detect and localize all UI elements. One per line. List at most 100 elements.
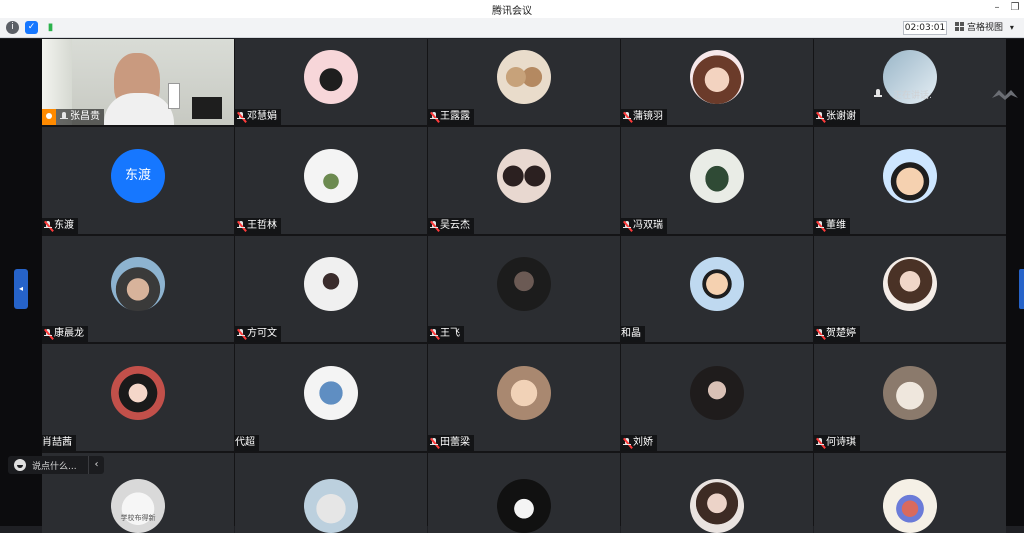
mic-muted-icon	[236, 220, 247, 232]
participant-avatar	[883, 257, 937, 311]
participant-avatar	[497, 50, 551, 104]
participant-tile[interactable]: 东渡 东渡	[42, 127, 234, 234]
participant-tile[interactable]: 何诗琪	[814, 344, 1006, 451]
participant-tile[interactable]: 康晨龙	[42, 236, 234, 342]
participant-tile[interactable]: 蒲镜羽	[621, 39, 813, 125]
chat-collapse-icon[interactable]: ‹	[88, 456, 104, 474]
participant-name-bar: 贺楚婷	[814, 326, 860, 342]
avatar-caption: 学校布得新	[120, 514, 156, 522]
view-mode-button[interactable]: 宫格视图 ▾	[955, 21, 1021, 35]
chevron-down-icon: ▾	[1009, 23, 1014, 32]
left-collapse-button[interactable]: ◂	[14, 269, 28, 309]
participant-avatar	[497, 365, 551, 420]
mic-muted-icon	[43, 220, 54, 232]
participant-avatar	[497, 148, 551, 203]
participant-tile[interactable]: 王露露	[428, 39, 620, 125]
participant-avatar	[304, 148, 358, 203]
participant-name: 和晶	[621, 328, 641, 339]
participant-avatar	[690, 257, 744, 311]
participant-tile[interactable]: 张谢谢	[814, 39, 1006, 125]
participant-name-bar: 方可文	[235, 326, 281, 342]
participant-tile[interactable]	[621, 453, 813, 533]
participant-avatar: 东渡	[111, 148, 165, 203]
participant-tile[interactable]: 董维	[814, 127, 1006, 234]
chat-placeholder[interactable]: 说点什么...	[32, 459, 88, 472]
participant-name: 方可文	[247, 328, 277, 339]
restore-button[interactable]: ❐	[1008, 2, 1022, 13]
view-mode-label: 宫格视图	[967, 23, 1004, 33]
mic-muted-icon	[622, 220, 633, 232]
mic-muted-icon	[236, 328, 247, 340]
chat-input-box[interactable]: 说点什么... ‹	[8, 456, 104, 474]
participant-avatar	[304, 479, 358, 533]
participant-tile[interactable]: 肖喆茜	[42, 344, 234, 451]
speaking-indicator: 正在讲话:	[893, 91, 933, 101]
meeting-toolbar: i ✓ ▮ 02:03:01 宫格视图 ▾	[0, 18, 1024, 38]
participant-name-bar: 田蕾梁	[428, 435, 474, 451]
participant-tile[interactable]: 吴云杰	[428, 127, 620, 234]
participant-avatar	[497, 479, 551, 533]
participant-name: 刘娇	[633, 437, 653, 448]
participant-tile[interactable]	[428, 453, 620, 533]
participant-name: 康晨龙	[54, 328, 84, 339]
participant-name: 蒲镜羽	[633, 111, 663, 122]
participant-name: 代超	[235, 437, 255, 448]
participant-name-bar: 张昌贵	[42, 109, 104, 125]
signal-icon[interactable]: ▮	[44, 21, 57, 34]
participant-tile[interactable]: 冯双瑞	[621, 127, 813, 234]
mic-muted-icon	[815, 111, 826, 123]
participant-name: 何诗琪	[826, 437, 856, 448]
participant-avatar	[883, 148, 937, 203]
participant-avatar	[883, 479, 937, 533]
participant-name-bar: 邓慧娟	[235, 109, 281, 125]
mic-muted-icon	[622, 111, 633, 123]
participant-name-bar: 代超	[235, 435, 259, 451]
participant-tile[interactable]: 王哲林	[235, 127, 427, 234]
tencent-meeting-logo-icon	[992, 90, 1018, 100]
participant-tile[interactable]: 和晶	[621, 236, 813, 342]
participant-tile[interactable]: 张昌贵	[42, 39, 234, 125]
right-collapse-button[interactable]	[1019, 269, 1024, 309]
participant-tile[interactable]: 田蕾梁	[428, 344, 620, 451]
participant-name-bar: 康晨龙	[42, 326, 88, 342]
participant-tile[interactable]: 王飞	[428, 236, 620, 342]
mic-muted-icon	[429, 328, 440, 340]
participant-name: 冯双瑞	[633, 220, 663, 231]
participant-tile[interactable]	[814, 453, 1006, 533]
participant-avatar	[304, 257, 358, 311]
participant-name: 董维	[826, 220, 846, 231]
grid-view-icon	[955, 22, 964, 31]
participant-name-bar: 冯双瑞	[621, 218, 667, 234]
participant-tile[interactable]: 贺楚婷	[814, 236, 1006, 342]
emoji-icon[interactable]	[14, 459, 26, 471]
participant-avatar	[690, 50, 744, 104]
participant-avatar	[111, 365, 165, 420]
participant-name-bar: 王露露	[428, 109, 474, 125]
participant-tile[interactable]: 邓慧娟	[235, 39, 427, 125]
host-badge-icon	[42, 109, 56, 125]
participant-name: 吴云杰	[440, 220, 470, 231]
shield-icon[interactable]: ✓	[25, 21, 38, 34]
participant-tile[interactable]	[235, 453, 427, 533]
participant-avatar	[304, 365, 358, 420]
participant-tile[interactable]: 方可文	[235, 236, 427, 342]
participant-grid: 张昌贵 邓慧娟 王露露 蒲镜羽 张谢谢东渡 东渡 王哲林吴云杰 冯双瑞 董维康晨龙 方可文 王飞 和晶…	[42, 39, 1006, 533]
participant-tile[interactable]: 刘娇	[621, 344, 813, 451]
speaking-mic-icon	[874, 89, 883, 100]
participant-name: 王露露	[440, 111, 470, 122]
participant-name: 张昌贵	[70, 111, 100, 122]
info-icon[interactable]: i	[6, 21, 19, 34]
mic-icon	[60, 111, 69, 123]
participant-name-bar: 何诗琪	[814, 435, 860, 451]
mic-muted-icon	[429, 220, 440, 232]
participant-avatar	[111, 257, 165, 311]
window-title: 腾讯会议	[492, 6, 532, 17]
minimize-button[interactable]: –	[990, 2, 1004, 13]
meeting-timer: 02:03:01	[903, 21, 947, 35]
participant-name-bar: 刘娇	[621, 435, 657, 451]
title-bar: 腾讯会议 – ❐	[0, 0, 1024, 18]
mic-muted-icon	[429, 111, 440, 123]
participant-avatar: 学校布得新	[111, 479, 165, 533]
participant-tile[interactable]: 代超	[235, 344, 427, 451]
participant-name-bar: 董维	[814, 218, 850, 234]
